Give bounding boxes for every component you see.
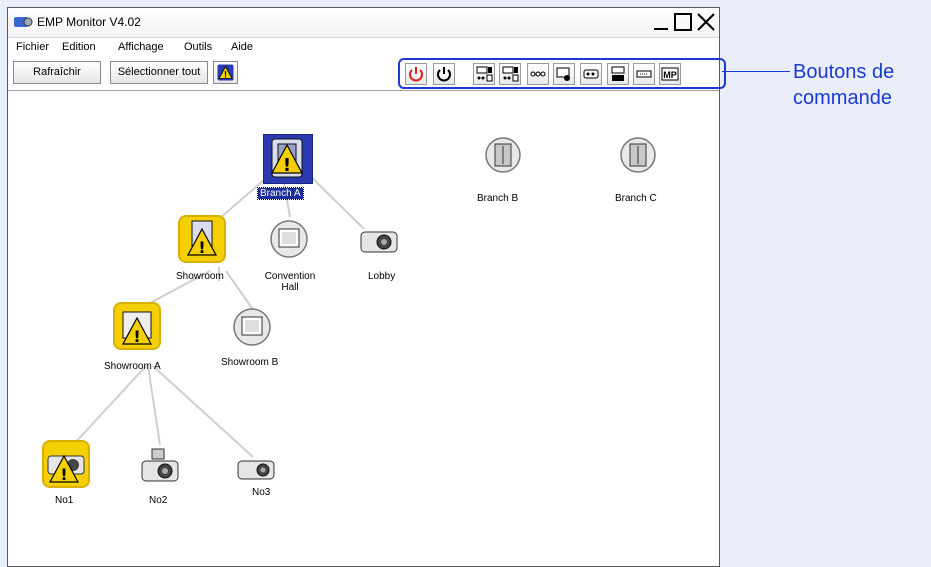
- projector-warning-icon: !: [47, 454, 85, 484]
- svg-text:!: !: [198, 238, 205, 257]
- branch-b-node[interactable]: [484, 136, 522, 174]
- projector-icon: [360, 231, 398, 253]
- no3-label: No3: [252, 487, 271, 498]
- building-warning-icon: !: [270, 138, 304, 178]
- close-button[interactable]: [696, 12, 716, 32]
- menu-edition[interactable]: Edition: [62, 41, 96, 53]
- maximize-button[interactable]: [673, 12, 693, 32]
- no3-node[interactable]: [234, 457, 280, 485]
- branch-a-label[interactable]: Branch A: [257, 187, 304, 200]
- showroom-node[interactable]: !: [178, 215, 226, 263]
- window-title: EMP Monitor V4.02: [37, 15, 141, 29]
- no2-label: No2: [149, 495, 168, 506]
- lobby-node[interactable]: [357, 224, 403, 258]
- branch-b-label: Branch B: [477, 193, 519, 204]
- no1-label: No1: [55, 495, 74, 506]
- building-icon: [620, 137, 656, 173]
- app-icon: [14, 17, 33, 27]
- callout-line2: commande: [793, 87, 892, 109]
- showroom-a-label: Showroom A: [104, 361, 161, 372]
- svg-text:!: !: [133, 327, 140, 346]
- svg-text:!: !: [60, 465, 67, 484]
- callout-line1: Boutons de: [793, 61, 895, 83]
- convention-hall-label-line1: Convention: [264, 271, 316, 282]
- menu-bar: Fichier Edition Affichage Outils Aide: [8, 38, 719, 56]
- room-warning-icon: !: [121, 311, 153, 346]
- warning-icon: !: [217, 64, 234, 81]
- callout-line: [722, 71, 790, 72]
- showroom-b-label: Showroom B: [221, 357, 279, 368]
- menu-outils[interactable]: Outils: [184, 41, 212, 53]
- building-warning-icon: !: [186, 220, 218, 257]
- no1-node[interactable]: !: [42, 440, 90, 488]
- ceiling-projector-icon: [141, 448, 179, 482]
- convention-hall-label: Convention Hall: [260, 271, 320, 293]
- room-icon: [270, 220, 308, 258]
- select-all-button[interactable]: Sélectionner tout: [110, 61, 208, 84]
- branch-a-node[interactable]: !: [263, 134, 313, 184]
- menu-fichier[interactable]: Fichier: [16, 41, 49, 53]
- branch-c-node[interactable]: [619, 136, 657, 174]
- lobby-label: Lobby: [368, 271, 396, 282]
- monitor-canvas: ! Branch A Branch B Branch C ! Showroom …: [8, 91, 719, 566]
- title-bar: EMP Monitor V4.02: [8, 8, 719, 38]
- command-buttons-highlight: [398, 58, 726, 89]
- room-icon: [233, 308, 271, 346]
- callout-label: Boutons de commande: [793, 59, 894, 111]
- menu-aide[interactable]: Aide: [231, 41, 253, 53]
- svg-text:!: !: [224, 70, 227, 80]
- minimize-button[interactable]: [651, 12, 671, 32]
- app-window: EMP Monitor V4.02 Fichier Edition Affich…: [7, 7, 720, 567]
- showroom-a-node[interactable]: !: [113, 302, 161, 350]
- convention-hall-node[interactable]: [269, 219, 309, 259]
- refresh-button[interactable]: Rafraîchir: [13, 61, 101, 84]
- branch-c-label: Branch C: [615, 193, 657, 204]
- showroom-label: Showroom: [176, 271, 224, 282]
- projector-icon: [237, 460, 275, 480]
- no2-node[interactable]: [138, 447, 184, 489]
- warning-filter-button[interactable]: !: [213, 61, 238, 84]
- svg-text:!: !: [283, 155, 291, 176]
- menu-affichage[interactable]: Affichage: [118, 41, 164, 53]
- showroom-b-node[interactable]: [232, 307, 272, 347]
- building-icon: [485, 137, 521, 173]
- convention-hall-label-line2: Hall: [281, 282, 299, 293]
